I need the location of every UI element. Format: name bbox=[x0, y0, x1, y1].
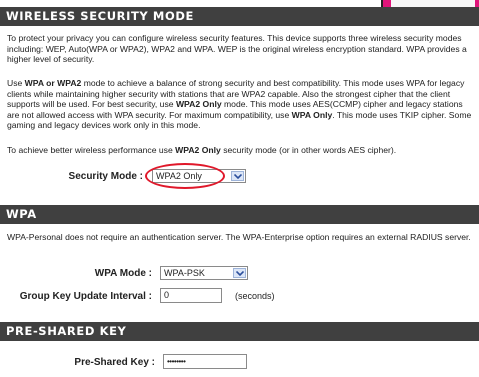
group-key-label: Group Key Update Interval : bbox=[19, 291, 152, 302]
wpa-mode-select[interactable]: WPA-PSK bbox=[160, 266, 248, 280]
wpa-mode-value: WPA-PSK bbox=[164, 268, 205, 278]
compat-text-1: Use bbox=[7, 78, 25, 88]
group-key-unit: (seconds) bbox=[235, 291, 275, 301]
chevron-down-icon[interactable] bbox=[231, 171, 244, 181]
wpa-header: WPA bbox=[0, 205, 479, 224]
security-mode-label: Security Mode : bbox=[68, 171, 143, 182]
wpa-description: WPA-Personal does not require an authent… bbox=[7, 232, 471, 242]
highlight-circle bbox=[145, 163, 225, 189]
security-mode-header: WIRELESS SECURITY MODE bbox=[0, 7, 479, 26]
security-compat-text: Use WPA or WPA2 mode to achieve a balanc… bbox=[7, 78, 473, 131]
compat-text-wpa-only: WPA Only bbox=[291, 109, 333, 120]
psk-title: PRE-SHARED KEY bbox=[6, 324, 127, 338]
group-key-input[interactable]: 0 bbox=[160, 288, 222, 303]
psk-label: Pre-Shared Key : bbox=[74, 357, 155, 368]
wpa-title: WPA bbox=[6, 207, 37, 221]
compat-text-wpa-or-wpa2: WPA or WPA2 bbox=[24, 78, 82, 88]
security-intro-text: To protect your privacy you can configur… bbox=[7, 33, 467, 65]
psk-input[interactable]: •••••••• bbox=[163, 354, 247, 369]
psk-header: PRE-SHARED KEY bbox=[0, 322, 479, 341]
wpa-mode-label: WPA Mode : bbox=[94, 268, 152, 279]
compat-text-wpa2-only: WPA2 Only bbox=[175, 99, 222, 110]
tip-text-1: To achieve better wireless performance u… bbox=[7, 145, 176, 155]
tip-text-wpa2-only: WPA2 Only bbox=[175, 145, 221, 155]
chevron-down-icon[interactable] bbox=[233, 268, 246, 278]
tip-text-3: security mode (or in other words AES cip… bbox=[220, 145, 397, 155]
performance-tip-text: To achieve better wireless performance u… bbox=[7, 145, 473, 156]
security-mode-title: WIRELESS SECURITY MODE bbox=[6, 9, 194, 23]
